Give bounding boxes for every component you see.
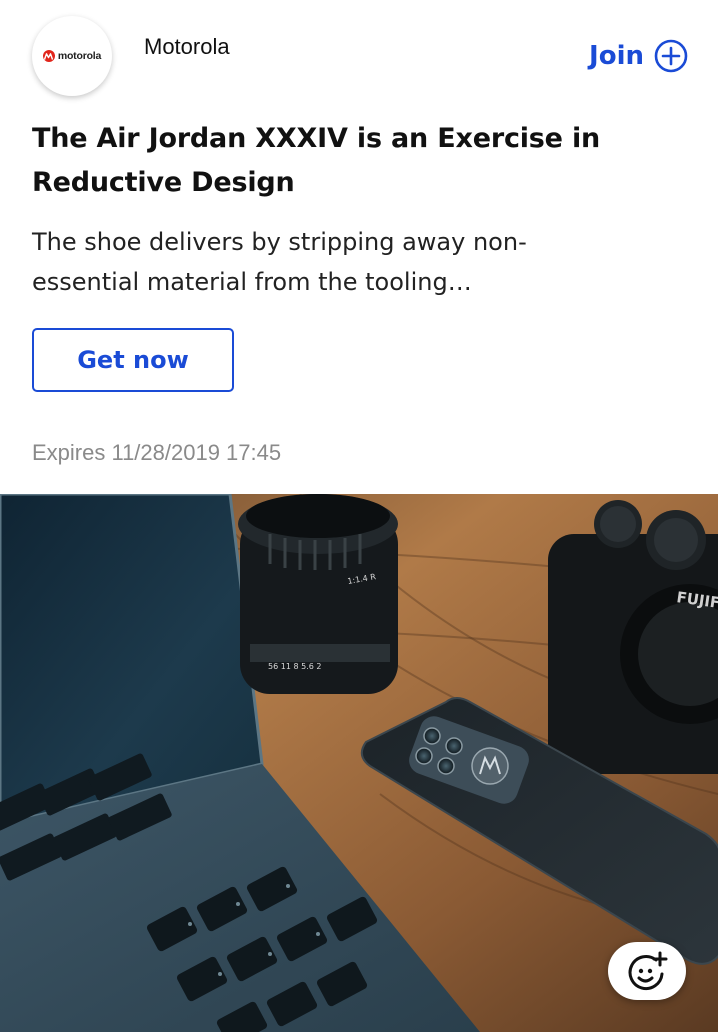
- card-header: motorola Motorola Join: [0, 0, 718, 110]
- plus-circle-icon: [654, 39, 688, 73]
- svg-text:56 11 8 5.6 2: 56 11 8 5.6 2: [268, 662, 321, 671]
- promo-image[interactable]: 1:1.4 R 56 11 8 5.6 2 FUJIFI: [0, 494, 718, 1032]
- brand-logo[interactable]: motorola: [32, 16, 112, 96]
- fujifilm-camera: FUJIFI: [548, 500, 718, 774]
- expiry-text: Expires 11/28/2019 17:45: [32, 440, 282, 465]
- article-title[interactable]: The Air Jordan XXXIV is an Exercise in R…: [32, 117, 672, 205]
- join-button[interactable]: Join: [589, 38, 688, 74]
- add-reaction-button[interactable]: [608, 942, 686, 1000]
- promo-photo: 1:1.4 R 56 11 8 5.6 2 FUJIFI: [0, 494, 718, 1032]
- brand-name[interactable]: Motorola: [144, 34, 230, 60]
- article-description: The shoe delivers by stripping away non-…: [32, 228, 527, 296]
- motorola-logo: motorola: [42, 50, 102, 62]
- camera-lens: 1:1.4 R 56 11 8 5.6 2: [238, 494, 398, 694]
- get-now-button[interactable]: Get now: [32, 328, 234, 392]
- join-label: Join: [589, 41, 644, 71]
- add-emoji-icon: [628, 951, 668, 991]
- motorola-batwing-icon: [42, 50, 55, 62]
- logo-wordmark: motorola: [57, 50, 102, 62]
